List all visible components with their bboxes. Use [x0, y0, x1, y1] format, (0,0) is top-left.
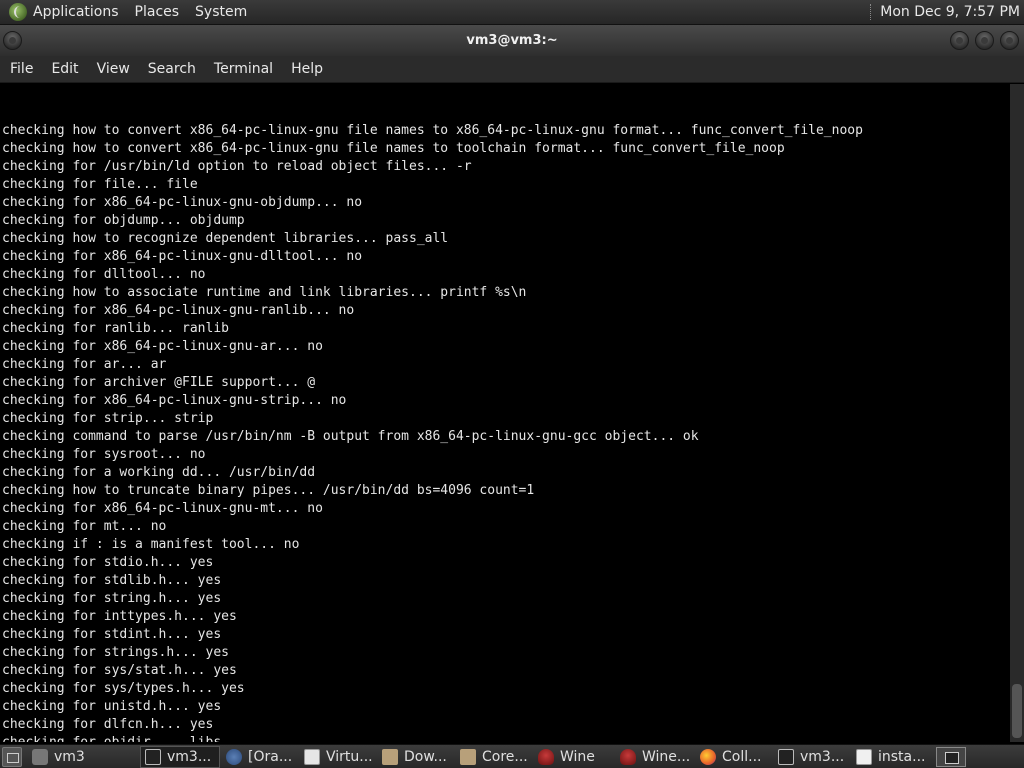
- terminal-line: checking for objdump... objdump: [2, 213, 245, 228]
- taskbar-button[interactable]: Coll...: [696, 746, 772, 768]
- taskbar-button-label: Core...: [482, 748, 528, 765]
- terminal-line: checking how to convert x86_64-pc-linux-…: [2, 141, 785, 156]
- terminal-line: checking for sys/stat.h... yes: [2, 663, 237, 678]
- scrollbar[interactable]: [1010, 84, 1024, 742]
- terminal-menu[interactable]: Terminal: [207, 61, 280, 77]
- top-panel: Applications Places System Mon Dec 9, 7:…: [0, 0, 1024, 25]
- taskbar-button[interactable]: vm3: [28, 746, 138, 768]
- clock-area: Mon Dec 9, 7:57 PM: [870, 0, 1024, 24]
- terminal-line: checking for /usr/bin/ld option to reloa…: [2, 159, 472, 174]
- taskbar-button[interactable]: Wine...: [616, 746, 694, 768]
- terminal-icon: [778, 748, 794, 765]
- taskbar-button-label: vm3...: [167, 748, 212, 765]
- wine-icon: [620, 748, 636, 765]
- terminal-line: checking for ranlib... ranlib: [2, 321, 229, 336]
- terminal-line: checking for strip... strip: [2, 411, 214, 426]
- terminal-line: checking for x86_64-pc-linux-gnu-mt... n…: [2, 501, 323, 516]
- edit-menu[interactable]: Edit: [44, 61, 85, 77]
- taskbar-button-label: vm3: [54, 748, 85, 765]
- home-icon: [32, 748, 48, 765]
- search-menu[interactable]: Search: [141, 61, 203, 77]
- java-icon: [226, 748, 242, 765]
- firefox-icon: [700, 748, 716, 765]
- terminal-line: checking for archiver @FILE support... @: [2, 375, 316, 390]
- panel-separator: [870, 4, 872, 20]
- terminal-line: checking for dlfcn.h... yes: [2, 717, 214, 732]
- taskbar-button[interactable]: vm3...: [774, 746, 850, 768]
- workspace-switcher[interactable]: [936, 746, 966, 767]
- taskbar-button[interactable]: Dow...: [378, 746, 454, 768]
- terminal-line: checking for objdir... .libs: [2, 734, 1010, 742]
- taskbar-button-label: insta...: [878, 748, 926, 765]
- terminal-line: checking for x86_64-pc-linux-gnu-dlltool…: [2, 249, 363, 264]
- wine-icon: [538, 748, 554, 765]
- view-menu[interactable]: View: [90, 61, 137, 77]
- terminal-line: checking for unistd.h... yes: [2, 699, 222, 714]
- taskbar-button[interactable]: vm3...: [140, 745, 220, 768]
- terminal-line: checking how to convert x86_64-pc-linux-…: [2, 123, 863, 138]
- taskbar-button[interactable]: Virtu...: [300, 746, 376, 768]
- terminal-menu-bar: File Edit View Search Terminal Help: [0, 56, 1024, 83]
- panel-menu: Applications Places System: [0, 0, 255, 24]
- terminal-line: checking for x86_64-pc-linux-gnu-ranlib.…: [2, 303, 355, 318]
- terminal-line: checking for x86_64-pc-linux-gnu-strip..…: [2, 393, 347, 408]
- task-list: vm3 vm3... [Ora... Virtu... Dow... Core... Win…: [28, 745, 930, 768]
- applications-menu[interactable]: Applications: [25, 0, 127, 25]
- taskbar-button[interactable]: Core...: [456, 746, 532, 768]
- virtualbox-icon: [304, 748, 320, 765]
- maximize-button[interactable]: [975, 31, 994, 50]
- taskbar-button-label: Wine...: [642, 748, 691, 765]
- taskbar-button-label: Coll...: [722, 748, 762, 765]
- scrollbar-thumb[interactable]: [1012, 684, 1022, 738]
- close-button[interactable]: [1000, 31, 1019, 50]
- terminal-line: checking for mt... no: [2, 519, 167, 534]
- terminal-line: checking for file... file: [2, 177, 198, 192]
- terminal-line: checking for a working dd... /usr/bin/dd: [2, 465, 316, 480]
- taskbar-button[interactable]: insta...: [852, 746, 928, 768]
- terminal-line: checking for stdio.h... yes: [2, 555, 214, 570]
- taskbar-button[interactable]: Wine: [534, 746, 614, 768]
- window-menu-button[interactable]: [3, 31, 22, 50]
- places-menu[interactable]: Places: [127, 0, 188, 25]
- terminal-line: checking how to recognize dependent libr…: [2, 231, 449, 246]
- taskbar-button-label: vm3...: [800, 748, 845, 765]
- clock[interactable]: Mon Dec 9, 7:57 PM: [880, 4, 1024, 20]
- terminal-line: checking for x86_64-pc-linux-gnu-objdump…: [2, 195, 363, 210]
- terminal-line: checking for ar... ar: [2, 357, 167, 372]
- terminal-line: checking for string.h... yes: [2, 591, 222, 606]
- terminal-line: checking for x86_64-pc-linux-gnu-ar... n…: [2, 339, 323, 354]
- help-menu[interactable]: Help: [284, 61, 330, 77]
- terminal-line: checking for stdint.h... yes: [2, 627, 222, 642]
- taskbar-button-label: Wine: [560, 748, 595, 765]
- taskbar-button[interactable]: [Ora...: [222, 746, 298, 768]
- terminal-line: checking for dlltool... no: [2, 267, 206, 282]
- terminal-icon: [145, 748, 161, 765]
- text-editor-icon: [856, 748, 872, 765]
- terminal-line: checking for sysroot... no: [2, 447, 206, 462]
- file-menu[interactable]: File: [3, 61, 40, 77]
- terminal-output[interactable]: checking how to convert x86_64-pc-linux-…: [0, 84, 1010, 742]
- terminal-line: checking command to parse /usr/bin/nm -B…: [2, 429, 699, 444]
- window-title-bar[interactable]: vm3@vm3:~: [0, 25, 1024, 56]
- system-menu[interactable]: System: [187, 0, 255, 25]
- terminal-line: checking for strings.h... yes: [2, 645, 229, 660]
- taskbar-button-label: Virtu...: [326, 748, 373, 765]
- terminal-line: checking for stdlib.h... yes: [2, 573, 222, 588]
- folder-icon: [382, 748, 398, 765]
- terminal-lines: checking how to convert x86_64-pc-linux-…: [2, 122, 1010, 742]
- terminal-line: checking if : is a manifest tool... no: [2, 537, 300, 552]
- terminal-line: checking for sys/types.h... yes: [2, 681, 245, 696]
- window-title: vm3@vm3:~: [466, 33, 558, 48]
- taskbar-button-label: Dow...: [404, 748, 447, 765]
- gnome-foot-icon[interactable]: [9, 3, 27, 21]
- terminal-line: checking how to associate runtime and li…: [2, 285, 527, 300]
- taskbar: vm3 vm3... [Ora... Virtu... Dow... Core... Win…: [0, 744, 1024, 768]
- show-desktop-button[interactable]: [2, 746, 22, 767]
- minimize-button[interactable]: [950, 31, 969, 50]
- folder-icon: [460, 748, 476, 765]
- terminal-line: checking for inttypes.h... yes: [2, 609, 237, 624]
- terminal-line: checking how to truncate binary pipes...…: [2, 483, 535, 498]
- taskbar-button-label: [Ora...: [248, 748, 293, 765]
